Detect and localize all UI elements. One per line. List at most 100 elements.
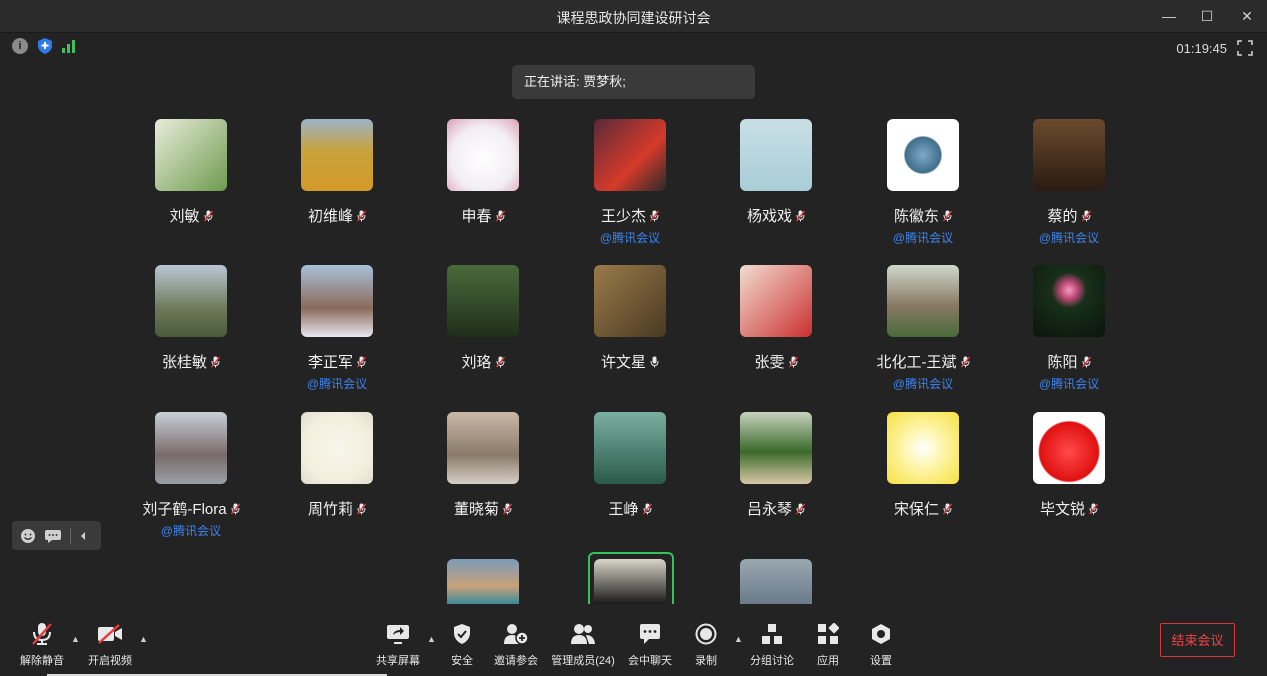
comment-icon[interactable]	[44, 528, 62, 544]
signal-icon[interactable]	[62, 39, 75, 53]
participant-avatar	[447, 412, 519, 484]
participant-tile[interactable]: 王峥	[557, 412, 703, 519]
settings-button[interactable]: 设置	[869, 622, 893, 668]
participant-avatar	[887, 119, 959, 191]
manage-members-button[interactable]: 管理成员(24)	[551, 622, 615, 668]
participant-tile[interactable]: 申春	[410, 119, 556, 226]
participant-avatar	[155, 119, 227, 191]
participant-partial-1[interactable]	[410, 559, 556, 604]
mic-muted-icon	[1089, 503, 1098, 515]
participant-name: 刘敏	[169, 208, 200, 225]
participant-tile[interactable]: 王少杰 @腾讯会议	[557, 119, 703, 246]
record-button[interactable]: 录制	[694, 622, 718, 668]
meeting-toolbar: 解除静音 ▲ 开启视频 ▲ 共享屏幕 ▲ 安全 邀请参会 管理成员(24) 会中…	[0, 604, 1267, 676]
participant-name-row: 吕永琴	[703, 498, 849, 519]
participant-name: 陈阳	[1047, 354, 1078, 371]
participant-name: 王峥	[608, 501, 639, 518]
record-icon	[695, 623, 717, 645]
participant-tile[interactable]: 董晓菊	[410, 412, 556, 519]
active-speaker-frame	[588, 552, 674, 606]
participant-tile[interactable]: 初维峰	[264, 119, 410, 226]
apps-button[interactable]: 应用	[816, 622, 840, 668]
mic-muted-icon	[357, 210, 366, 222]
participant-avatar	[594, 265, 666, 337]
video-options-caret-icon[interactable]: ▲	[139, 634, 148, 644]
collapse-icon[interactable]	[79, 531, 87, 541]
mic-muted-icon	[230, 503, 240, 515]
fullscreen-icon[interactable]	[1237, 40, 1253, 56]
mic-muted-icon	[943, 210, 952, 222]
invite-user-icon	[504, 624, 529, 645]
participant-tile[interactable]: 刘敏	[118, 119, 264, 226]
start-video-button[interactable]: 开启视频	[88, 622, 132, 668]
share-options-caret-icon[interactable]: ▲	[427, 634, 436, 644]
mic-muted-icon	[1081, 210, 1091, 222]
maximize-icon[interactable]: ☐	[1197, 6, 1217, 26]
participant-tile[interactable]: 毕文锐	[996, 412, 1142, 519]
participant-avatar	[301, 265, 373, 337]
participant-avatar	[447, 119, 519, 191]
participant-name-row: 申春	[410, 205, 556, 226]
close-icon[interactable]: ✕	[1237, 6, 1257, 26]
participant-tile[interactable]: 李正军 @腾讯会议	[264, 265, 410, 392]
participant-tile[interactable]: 刘珞	[410, 265, 556, 372]
participant-name: 吕永琴	[746, 501, 792, 518]
mic-muted-icon	[357, 356, 366, 368]
participant-partial-3[interactable]	[703, 559, 849, 604]
participant-tile[interactable]: 杨戏戏	[703, 119, 849, 226]
participant-tile[interactable]: 周竹莉	[264, 412, 410, 519]
participant-tile[interactable]: 陈阳 @腾讯会议	[996, 265, 1142, 392]
title-bar: 课程思政协同建设研讨会 — ☐ ✕	[0, 0, 1267, 33]
participant-tile[interactable]: 蔡的 @腾讯会议	[996, 119, 1142, 246]
mic-muted-icon	[357, 503, 366, 515]
participant-avatar	[301, 412, 373, 484]
participant-name: 张雯	[754, 354, 785, 371]
settings-label: 设置	[870, 655, 892, 667]
participant-avatar	[155, 412, 227, 484]
participant-tile[interactable]: 张雯	[703, 265, 849, 372]
participant-name: 周竹莉	[307, 501, 353, 518]
participant-source-tag: @腾讯会议	[892, 377, 954, 391]
audio-options-caret-icon[interactable]: ▲	[71, 634, 80, 644]
record-options-caret-icon[interactable]: ▲	[734, 634, 743, 644]
participant-tile[interactable]: 刘子鹤-Flora @腾讯会议	[118, 412, 264, 539]
info-icon[interactable]: i	[12, 38, 28, 54]
end-meeting-button[interactable]: 结束会议	[1160, 623, 1235, 657]
participant-name: 初维峰	[307, 208, 353, 225]
chat-button[interactable]: 会中聊天	[628, 622, 672, 668]
breakout-button[interactable]: 分组讨论	[750, 622, 794, 668]
mic-muted-icon	[211, 356, 220, 368]
participant-avatar	[155, 265, 227, 337]
participant-name: 北化工-王斌	[876, 354, 957, 371]
participant-name: 毕文锐	[1039, 501, 1085, 518]
speaking-indicator: 正在讲话: 贾梦秋;	[512, 65, 755, 99]
participant-avatar	[301, 119, 373, 191]
shield-icon[interactable]	[38, 38, 52, 54]
participant-tile[interactable]: 吕永琴	[703, 412, 849, 519]
unmute-button[interactable]: 解除静音	[20, 622, 64, 668]
mic-muted-icon	[495, 356, 505, 368]
participant-tile[interactable]: 许文星	[557, 265, 703, 372]
participant-avatar	[594, 119, 666, 191]
invite-button[interactable]: 邀请参会	[494, 622, 538, 668]
participant-avatar	[1033, 412, 1105, 484]
mic-muted-icon	[796, 503, 805, 515]
participant-tile[interactable]: 陈徽东 @腾讯会议	[850, 119, 996, 246]
participant-name-row: 周竹莉	[264, 498, 410, 519]
mic-muted-icon	[943, 503, 952, 515]
mic-muted-icon	[495, 210, 505, 222]
share-screen-icon	[387, 625, 409, 644]
reaction-bar	[12, 521, 101, 550]
divider	[70, 527, 71, 544]
participant-tile[interactable]: 张桂敏	[118, 265, 264, 372]
mic-muted-icon	[642, 503, 652, 515]
share-screen-button[interactable]: 共享屏幕	[376, 622, 420, 668]
security-button[interactable]: 安全	[450, 622, 474, 668]
participant-name-row: 董晓菊	[410, 498, 556, 519]
emoji-icon[interactable]	[20, 528, 36, 544]
participant-tile[interactable]: 宋保仁	[850, 412, 996, 519]
participant-name: 陈徽东	[893, 208, 939, 225]
minimize-icon[interactable]: —	[1159, 6, 1179, 26]
mic-muted-icon	[1081, 356, 1091, 368]
participant-tile[interactable]: 北化工-王斌 @腾讯会议	[850, 265, 996, 392]
